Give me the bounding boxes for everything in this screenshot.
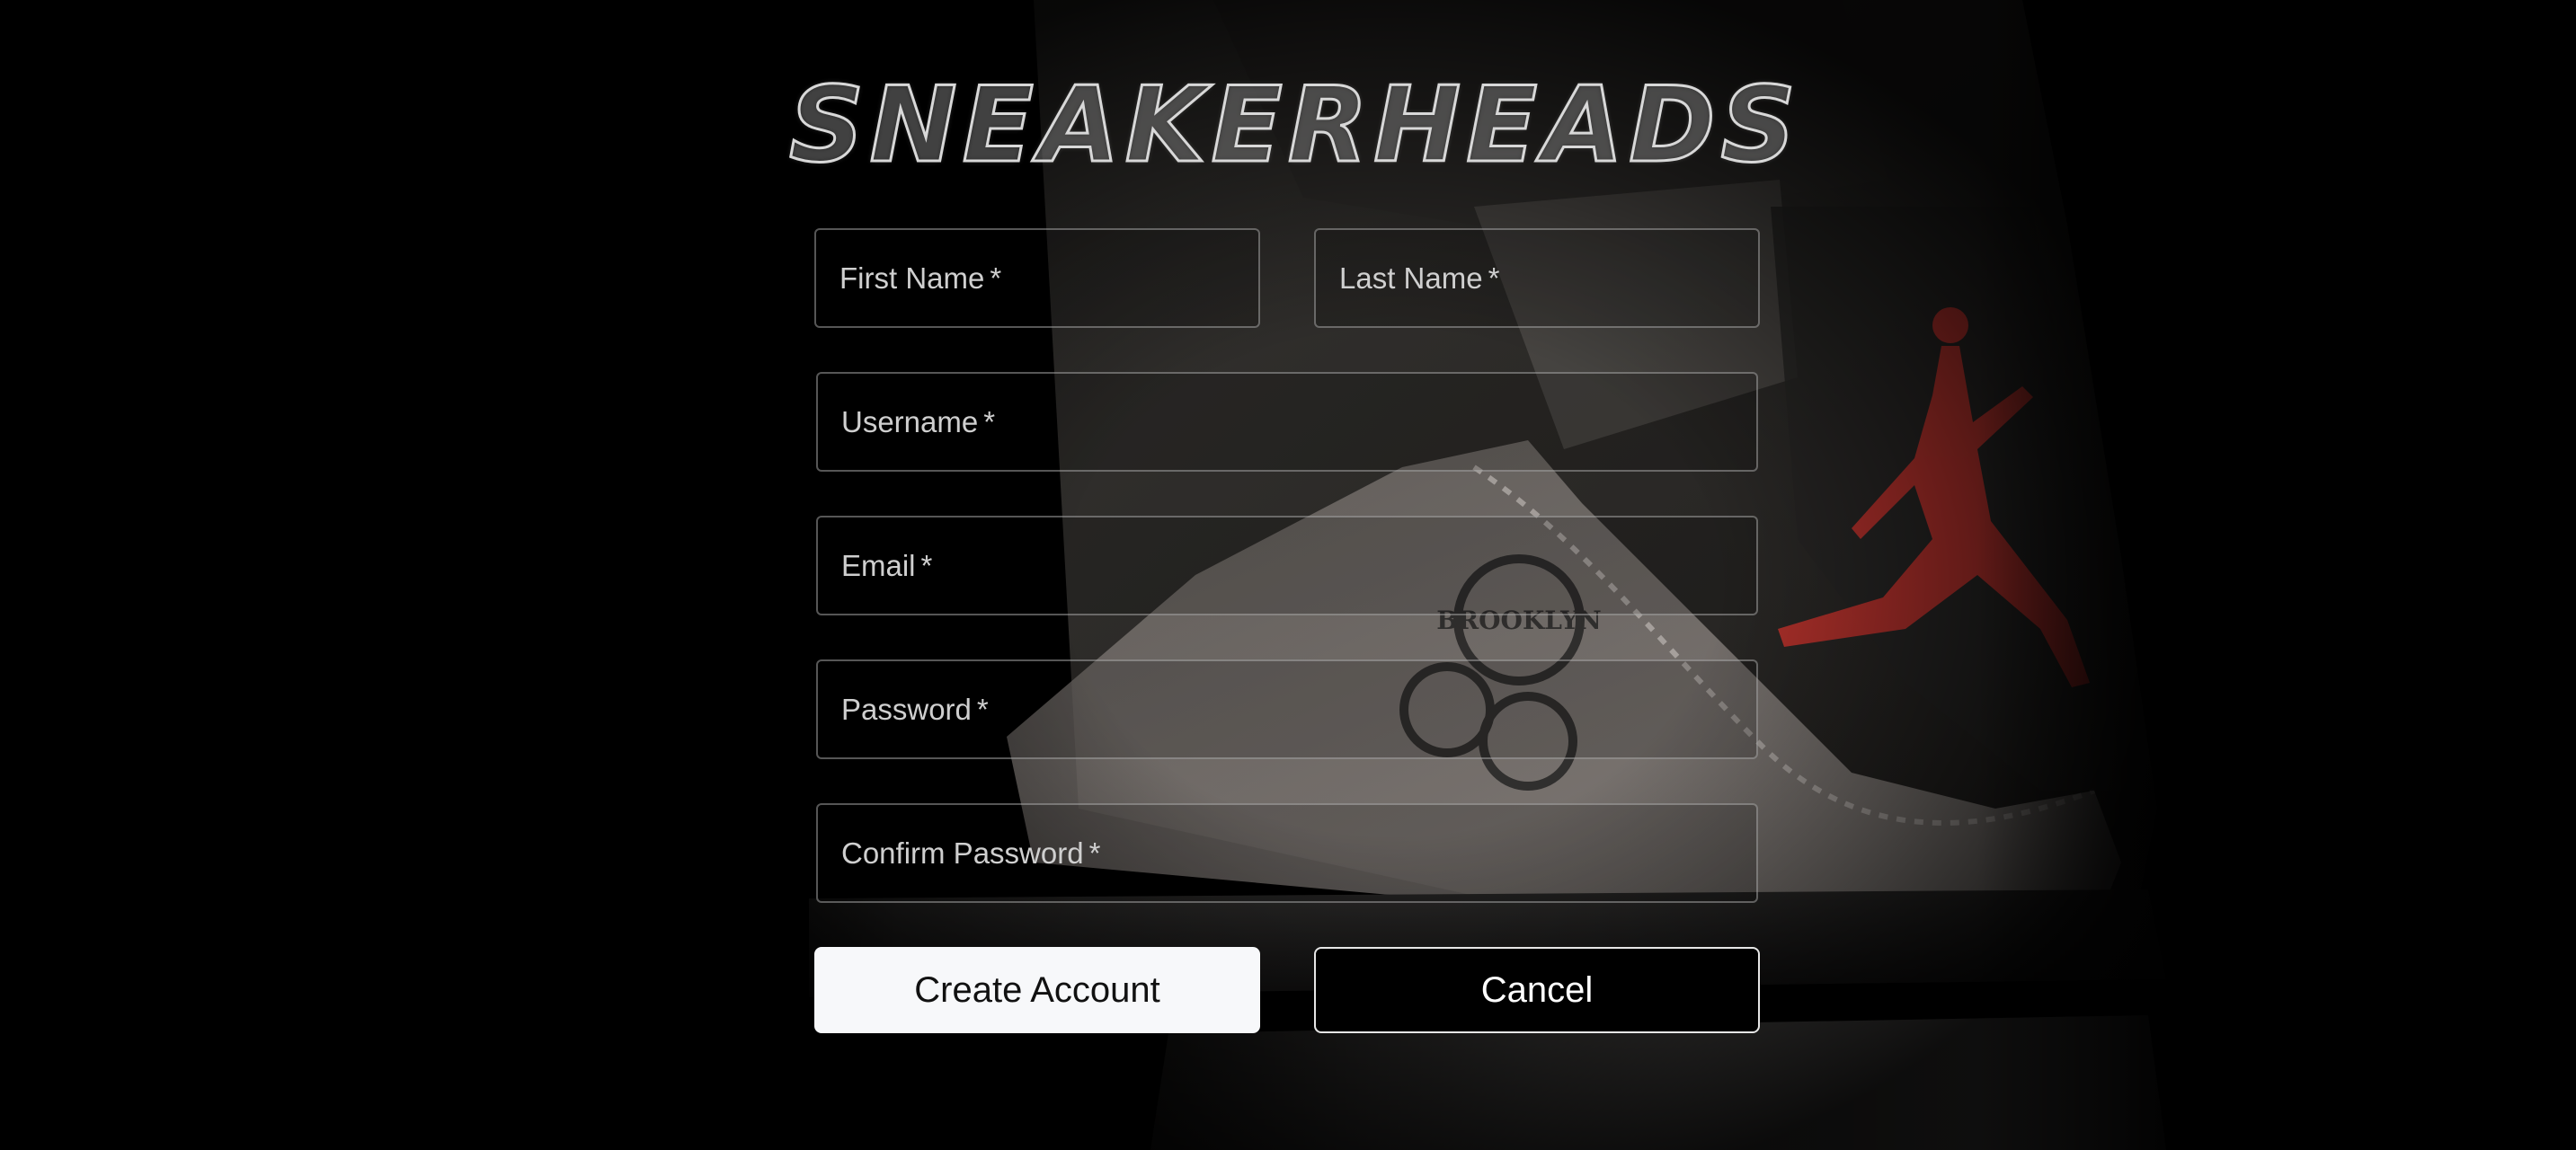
password-label: Password * bbox=[841, 692, 989, 726]
cancel-button[interactable]: Cancel bbox=[1314, 947, 1760, 1033]
username-field[interactable]: Username * bbox=[816, 372, 1758, 472]
last-name-field[interactable]: Last Name * bbox=[1314, 228, 1760, 328]
username-label: Username * bbox=[841, 404, 996, 438]
first-name-label: First Name * bbox=[839, 261, 1002, 295]
signup-page: BROOKLYN SNEAKERHEADS First Name * Last N… bbox=[0, 0, 2576, 1150]
create-account-button[interactable]: Create Account bbox=[814, 947, 1260, 1033]
first-name-field[interactable]: First Name * bbox=[814, 228, 1260, 328]
required-asterisk: * bbox=[983, 404, 996, 438]
required-asterisk: * bbox=[990, 261, 1002, 295]
required-asterisk: * bbox=[920, 548, 933, 582]
brand-title: SNEAKERHEADS bbox=[788, 64, 1802, 188]
required-asterisk: * bbox=[976, 692, 989, 726]
password-field[interactable]: Password * bbox=[816, 659, 1758, 759]
email-label: Email * bbox=[841, 548, 933, 582]
confirm-password-field[interactable]: Confirm Password * bbox=[816, 803, 1758, 903]
confirm-password-label: Confirm Password * bbox=[841, 836, 1101, 870]
required-asterisk: * bbox=[1088, 836, 1101, 870]
required-asterisk: * bbox=[1488, 261, 1500, 295]
email-field[interactable]: Email * bbox=[816, 516, 1758, 615]
last-name-label: Last Name * bbox=[1339, 261, 1500, 295]
